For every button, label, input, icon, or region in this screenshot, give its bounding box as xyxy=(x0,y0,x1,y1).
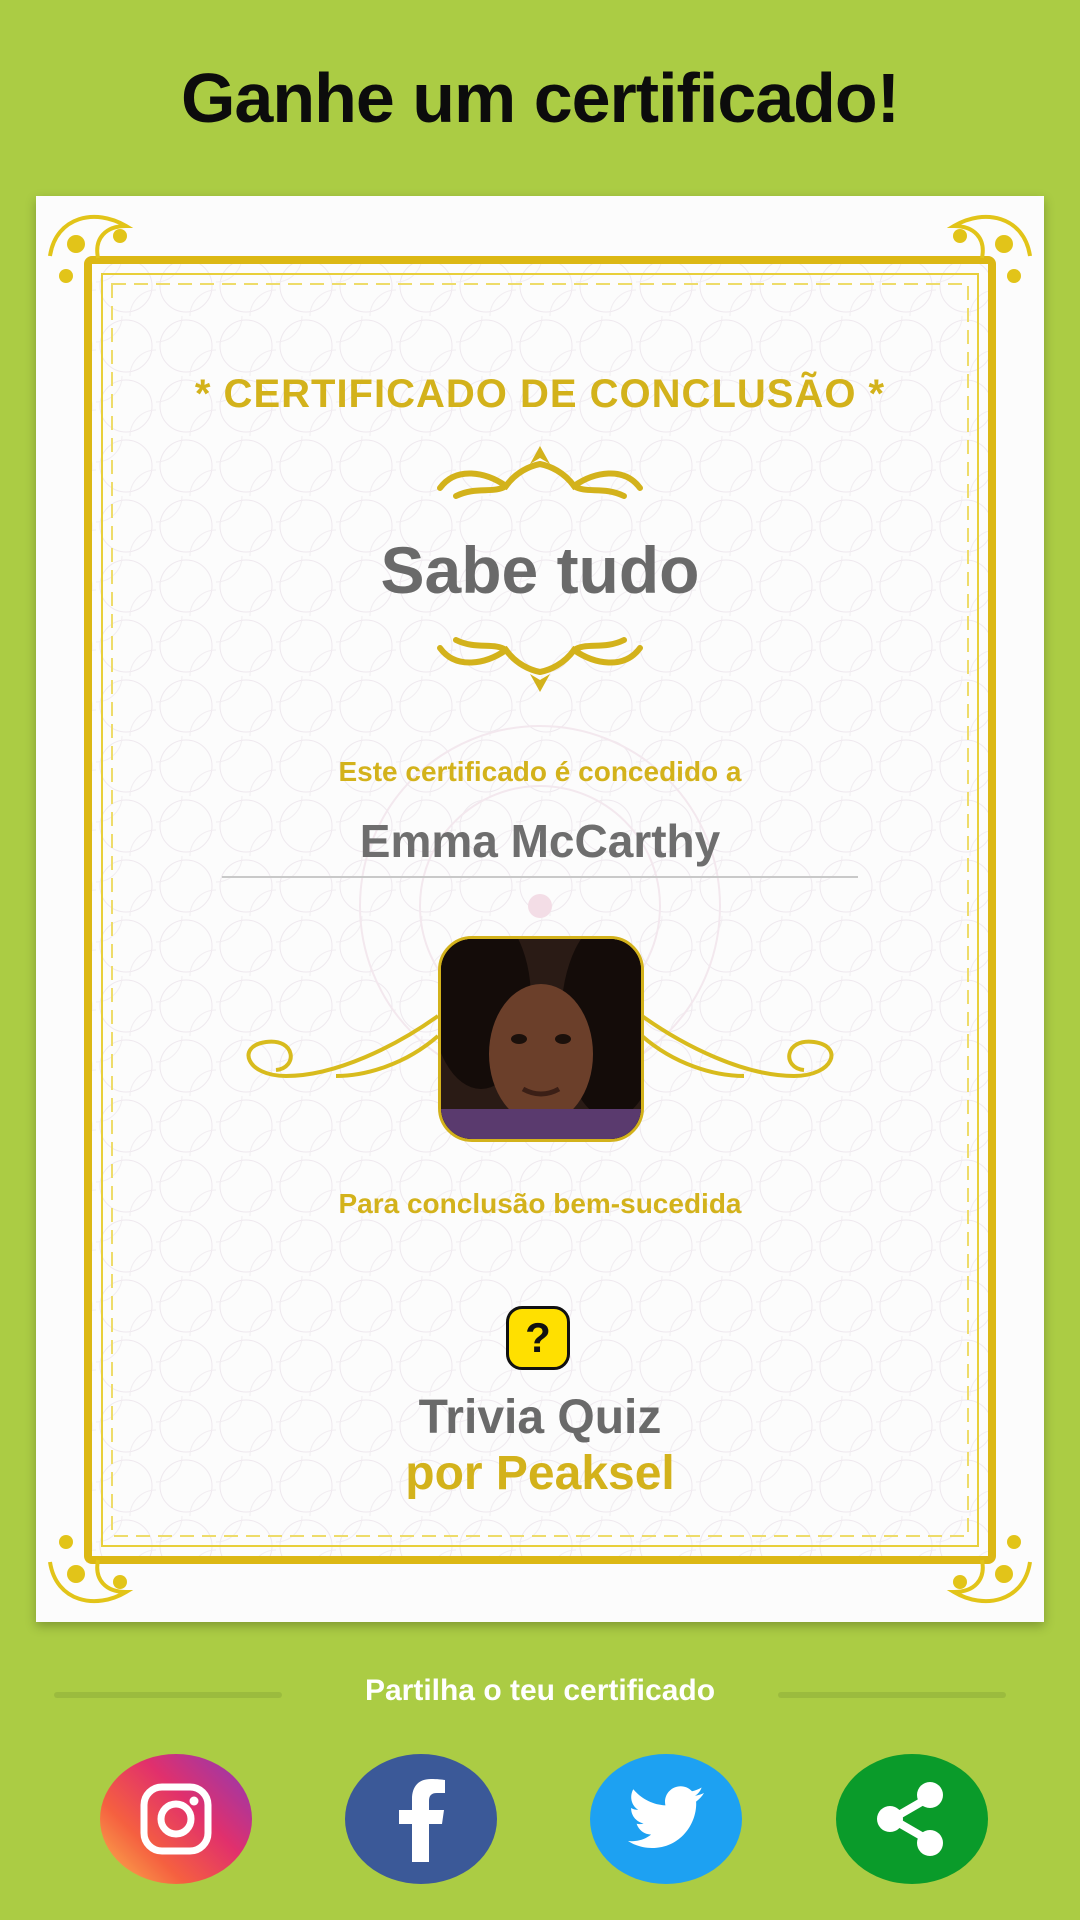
page-title: Ganhe um certificado! xyxy=(180,59,900,137)
general-share-button[interactable] xyxy=(836,1754,988,1884)
name-underline xyxy=(222,876,858,878)
share-label: Partilha o teu certificado xyxy=(364,1674,716,1707)
question-mark-icon: ? xyxy=(506,1306,570,1370)
facebook-share-button[interactable] xyxy=(345,1754,497,1884)
share-section-header: Partilha o teu certificado xyxy=(0,1670,1080,1714)
instagram-share-button[interactable] xyxy=(100,1754,252,1884)
facebook-icon xyxy=(399,1779,445,1862)
awarded-to-label: Este certificado é concedido a xyxy=(338,756,742,787)
app-name: Trivia Quiz xyxy=(418,1391,662,1444)
completion-label: Para conclusão bem-sucedida xyxy=(338,1188,742,1219)
twitter-icon xyxy=(628,1786,704,1848)
share-icon xyxy=(877,1782,943,1856)
recipient-name: Emma McCarthy xyxy=(359,815,721,867)
certificate-heading: * CERTIFICADO DE CONCLUSÃO * xyxy=(194,372,886,416)
certificate-card: * CERTIFICADO DE CONCLUSÃO * Sabe tudo E… xyxy=(36,196,1044,1622)
recipient-avatar xyxy=(438,936,644,1142)
instagram-icon xyxy=(140,1783,212,1855)
achievement-title: Sabe tudo xyxy=(380,533,700,607)
developer-name: por Peaksel xyxy=(405,1447,675,1500)
twitter-share-button[interactable] xyxy=(590,1754,742,1884)
divider-right xyxy=(778,1692,1006,1698)
